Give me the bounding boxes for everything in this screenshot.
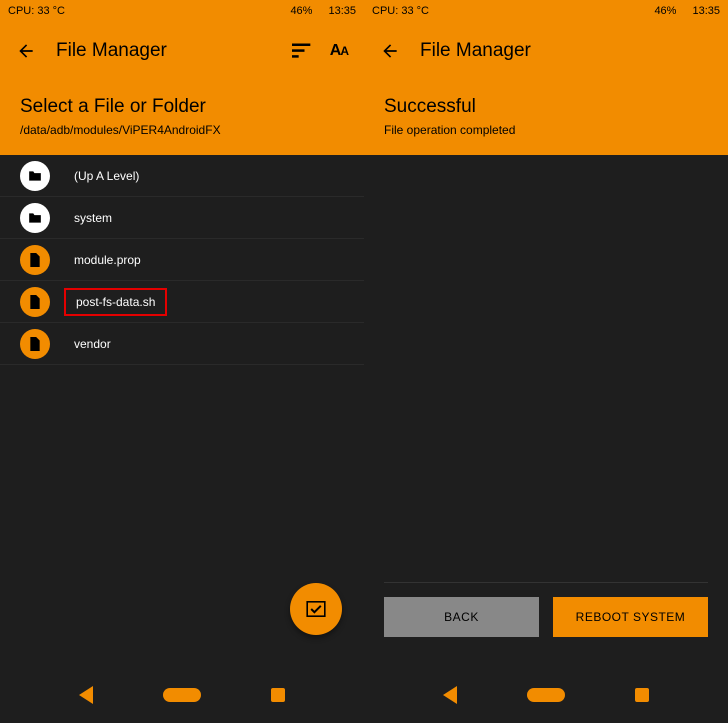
status-bar: CPU: 33 °C 46% 13:35 bbox=[364, 0, 728, 22]
file-label: vendor bbox=[74, 337, 111, 351]
status-cpu: CPU: 33 °C bbox=[372, 5, 429, 17]
sub-title: Select a File or Folder bbox=[20, 96, 344, 118]
file-label: (Up A Level) bbox=[74, 169, 139, 183]
file-row-file-highlighted[interactable]: post-fs-data.sh bbox=[0, 281, 364, 323]
current-path: /data/adb/modules/ViPER4AndroidFX bbox=[20, 123, 344, 137]
file-icon bbox=[20, 287, 50, 317]
header-area: CPU: 33 °C 46% 13:35 File Manager Succes… bbox=[364, 0, 728, 155]
app-bar: File Manager bbox=[364, 22, 728, 80]
nav-home-icon[interactable] bbox=[163, 688, 201, 702]
status-clock: 13:35 bbox=[328, 5, 356, 17]
status-right: 46% 13:35 bbox=[290, 5, 356, 17]
folder-icon bbox=[20, 161, 50, 191]
file-label: module.prop bbox=[74, 253, 141, 267]
app-actions: AA bbox=[292, 42, 348, 60]
nav-bar bbox=[364, 667, 728, 723]
status-clock: 13:35 bbox=[692, 5, 720, 17]
nav-back-icon[interactable] bbox=[443, 686, 457, 704]
status-battery: 46% bbox=[654, 5, 676, 17]
status-bar: CPU: 33 °C 46% 13:35 bbox=[0, 0, 364, 22]
header-area: CPU: 33 °C 46% 13:35 File Manager AA Sel… bbox=[0, 0, 364, 155]
file-label: system bbox=[74, 211, 112, 225]
status-right: 46% 13:35 bbox=[654, 5, 720, 17]
back-button[interactable]: BACK bbox=[384, 597, 539, 637]
sub-message: File operation completed bbox=[384, 123, 708, 137]
font-size-icon[interactable]: AA bbox=[330, 42, 348, 60]
sort-icon[interactable] bbox=[292, 43, 312, 59]
sub-title: Successful bbox=[384, 96, 708, 118]
app-title: File Manager bbox=[56, 40, 292, 62]
button-row: BACK REBOOT SYSTEM bbox=[384, 597, 708, 667]
status-cpu: CPU: 33 °C bbox=[8, 5, 65, 17]
status-battery: 46% bbox=[290, 5, 312, 17]
content-area: BACK REBOOT SYSTEM bbox=[364, 155, 728, 667]
file-row-folder[interactable]: system bbox=[0, 197, 364, 239]
reboot-button[interactable]: REBOOT SYSTEM bbox=[553, 597, 708, 637]
app-bar: File Manager AA bbox=[0, 22, 364, 80]
folder-icon bbox=[20, 203, 50, 233]
back-icon[interactable] bbox=[380, 41, 400, 61]
sub-header: Successful File operation completed bbox=[364, 80, 728, 155]
sub-header: Select a File or Folder /data/adb/module… bbox=[0, 80, 364, 155]
screen-file-list: CPU: 33 °C 46% 13:35 File Manager AA Sel… bbox=[0, 0, 364, 723]
screen-success: CPU: 33 °C 46% 13:35 File Manager Succes… bbox=[364, 0, 728, 723]
file-icon bbox=[20, 329, 50, 359]
file-row-up[interactable]: (Up A Level) bbox=[0, 155, 364, 197]
file-row-file[interactable]: module.prop bbox=[0, 239, 364, 281]
file-label: post-fs-data.sh bbox=[64, 288, 167, 316]
content-space bbox=[384, 155, 708, 583]
nav-home-icon[interactable] bbox=[527, 688, 565, 702]
nav-bar bbox=[0, 667, 364, 723]
nav-recent-icon[interactable] bbox=[271, 688, 285, 702]
file-icon bbox=[20, 245, 50, 275]
nav-recent-icon[interactable] bbox=[635, 688, 649, 702]
file-row-file[interactable]: vendor bbox=[0, 323, 364, 365]
back-icon[interactable] bbox=[16, 41, 36, 61]
app-title: File Manager bbox=[420, 40, 712, 62]
confirm-fab[interactable] bbox=[290, 583, 342, 635]
nav-back-icon[interactable] bbox=[79, 686, 93, 704]
